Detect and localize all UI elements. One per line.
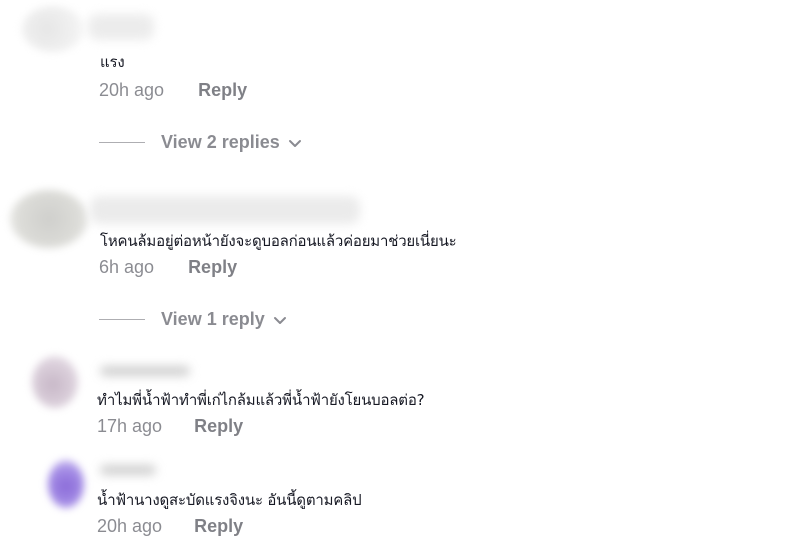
reply-button[interactable]: Reply xyxy=(194,516,243,537)
view-replies-button[interactable]: View 1 reply xyxy=(99,309,287,330)
reply-button[interactable]: Reply xyxy=(198,80,247,101)
divider-line xyxy=(99,142,145,143)
comment-meta: 20h ago Reply xyxy=(97,516,243,537)
comment-meta: 17h ago Reply xyxy=(97,416,243,437)
comment-text: โหคนล้มอยู่ต่อหน้ายังจะดูบอลก่อนแล้วค่อย… xyxy=(100,232,457,250)
comment-meta: 6h ago Reply xyxy=(99,257,237,278)
comment-text: ทำไมพี่น้ำฟ้าทำพี่เก่ไกล้มแล้วพี่น้ำฟ้าย… xyxy=(97,391,425,409)
view-replies-label: View 1 reply xyxy=(161,309,265,329)
view-replies-label: View 2 replies xyxy=(161,132,280,152)
chevron-down-icon xyxy=(273,316,286,324)
comment-text: น้ำฟ้านางดูสะบัดแรงจิงนะ อันนี้ดูตามคลิป xyxy=(97,491,362,509)
reply-button[interactable]: Reply xyxy=(194,416,243,437)
comment-meta: 20h ago Reply xyxy=(99,80,247,101)
view-replies-button[interactable]: View 2 replies xyxy=(99,132,302,153)
chevron-down-icon xyxy=(288,139,301,147)
comment-time: 6h ago xyxy=(99,257,155,277)
avatar[interactable] xyxy=(48,460,84,508)
comment-time: 20h ago xyxy=(99,80,165,100)
avatar[interactable] xyxy=(22,6,84,52)
divider-line xyxy=(99,319,145,320)
comment-time: 17h ago xyxy=(97,416,163,436)
avatar[interactable] xyxy=(32,356,78,408)
avatar[interactable] xyxy=(10,190,88,248)
comment-list: แรง 20h ago Reply View 2 replies โหคนล้ม… xyxy=(0,0,800,546)
username-blurred[interactable] xyxy=(90,196,360,224)
comment-time: 20h ago xyxy=(97,516,163,536)
username-blurred[interactable] xyxy=(100,366,190,376)
comment-text: แรง xyxy=(100,53,125,71)
reply-button[interactable]: Reply xyxy=(188,257,237,278)
username-blurred[interactable] xyxy=(100,465,156,475)
username-blurred[interactable] xyxy=(88,14,154,40)
